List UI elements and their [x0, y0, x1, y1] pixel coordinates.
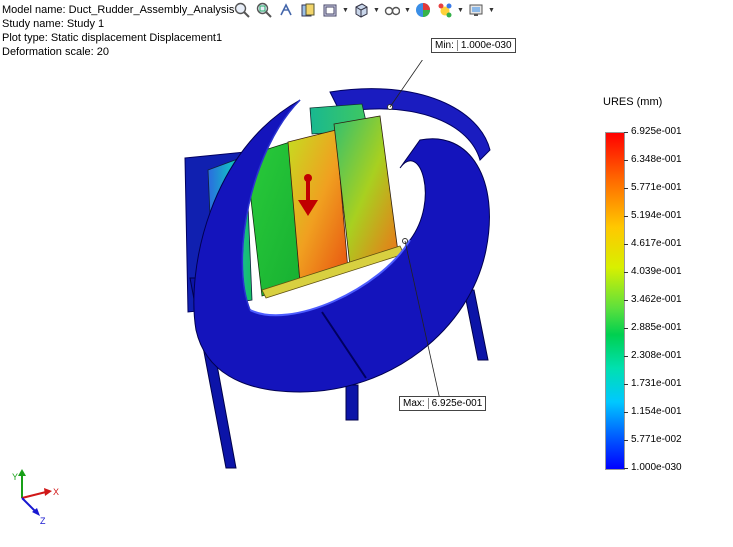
legend-tick-mark	[624, 384, 628, 385]
display-style-icon[interactable]	[351, 1, 371, 19]
zoom-to-area-icon[interactable]	[254, 1, 274, 19]
section-view-icon[interactable]	[298, 1, 318, 19]
min-label: Min:	[435, 40, 458, 51]
legend-tick-mark	[624, 412, 628, 413]
legend-tick-mark	[624, 188, 628, 189]
model-viewport[interactable]	[150, 60, 530, 480]
view-orientation-dropdown-icon[interactable]: ▼	[342, 1, 349, 19]
axis-triad: Y X Z	[12, 469, 59, 526]
hide-show-dropdown-icon[interactable]: ▼	[404, 1, 411, 19]
min-value: 1.000e-030	[460, 40, 512, 51]
apply-scene-dropdown-icon[interactable]: ▼	[457, 1, 464, 19]
deformation-scale: Deformation scale: 20	[2, 46, 109, 58]
legend-tick-mark	[624, 216, 628, 217]
view-settings-dropdown-icon[interactable]: ▼	[488, 1, 495, 19]
legend-tick-label: 5.771e-001	[631, 182, 682, 193]
model-info: Model name: Duct_Rudder_Assembly_Analysi…	[2, 3, 234, 59]
legend-tick-label: 1.154e-001	[631, 406, 682, 417]
legend-tick-mark	[624, 244, 628, 245]
support-leg-right	[463, 289, 489, 361]
legend-tick-label: 2.308e-001	[631, 350, 682, 361]
legend-tick-mark	[624, 328, 628, 329]
z-axis-line	[21, 497, 37, 513]
x-axis-line	[21, 491, 47, 499]
legend-tick-label: 5.771e-002	[631, 434, 682, 445]
legend-tick-label: 6.348e-001	[631, 154, 682, 165]
legend-tick-label: 4.039e-001	[631, 266, 682, 277]
display-style-dropdown-icon[interactable]: ▼	[373, 1, 380, 19]
y-axis-label: Y	[12, 472, 18, 482]
hide-show-items-icon[interactable]	[382, 1, 402, 19]
legend-tick-label: 4.617e-001	[631, 238, 682, 249]
apply-scene-icon[interactable]	[435, 1, 455, 19]
max-value: 6.925e-001	[431, 398, 483, 409]
legend-tick-mark	[624, 440, 628, 441]
legend-tick-label: 6.925e-001	[631, 126, 682, 137]
model-name: Model name: Duct_Rudder_Assembly_Analysi…	[2, 4, 235, 16]
view-orientation-icon[interactable]	[320, 1, 340, 19]
plot-type: Plot type: Static displacement Displacem…	[2, 32, 223, 44]
legend-title: URES (mm)	[603, 96, 663, 108]
edit-appearance-icon[interactable]	[413, 1, 433, 19]
legend-tick-mark	[624, 132, 628, 133]
min-callout[interactable]: Min: 1.000e-030	[431, 38, 516, 53]
legend-tick-label: 1.000e-030	[631, 462, 682, 473]
max-callout[interactable]: Max: 6.925e-001	[399, 396, 487, 411]
legend-tick-label: 3.462e-001	[631, 294, 682, 305]
view-settings-icon[interactable]	[466, 1, 486, 19]
legend-tick-mark	[624, 468, 628, 469]
legend-tick-mark	[624, 160, 628, 161]
load-arrow-origin	[304, 174, 312, 182]
color-legend-bar	[605, 132, 625, 470]
support-leg-front	[345, 384, 359, 421]
legend-tick-mark	[624, 272, 628, 273]
legend-tick-label: 5.194e-001	[631, 210, 682, 221]
study-name: Study name: Study 1	[2, 18, 105, 30]
legend-tick-label: 2.885e-001	[631, 322, 682, 333]
previous-view-icon[interactable]	[276, 1, 296, 19]
legend-tick-label: 1.731e-001	[631, 378, 682, 389]
x-axis-label: X	[53, 487, 59, 497]
legend-tick-mark	[624, 300, 628, 301]
z-axis-label: Z	[40, 516, 46, 526]
heads-up-toolbar: ▼ ▼ ▼ ▼ ▼	[232, 0, 495, 20]
max-label: Max:	[403, 398, 429, 409]
legend-tick-mark	[624, 356, 628, 357]
zoom-to-fit-icon[interactable]	[232, 1, 252, 19]
